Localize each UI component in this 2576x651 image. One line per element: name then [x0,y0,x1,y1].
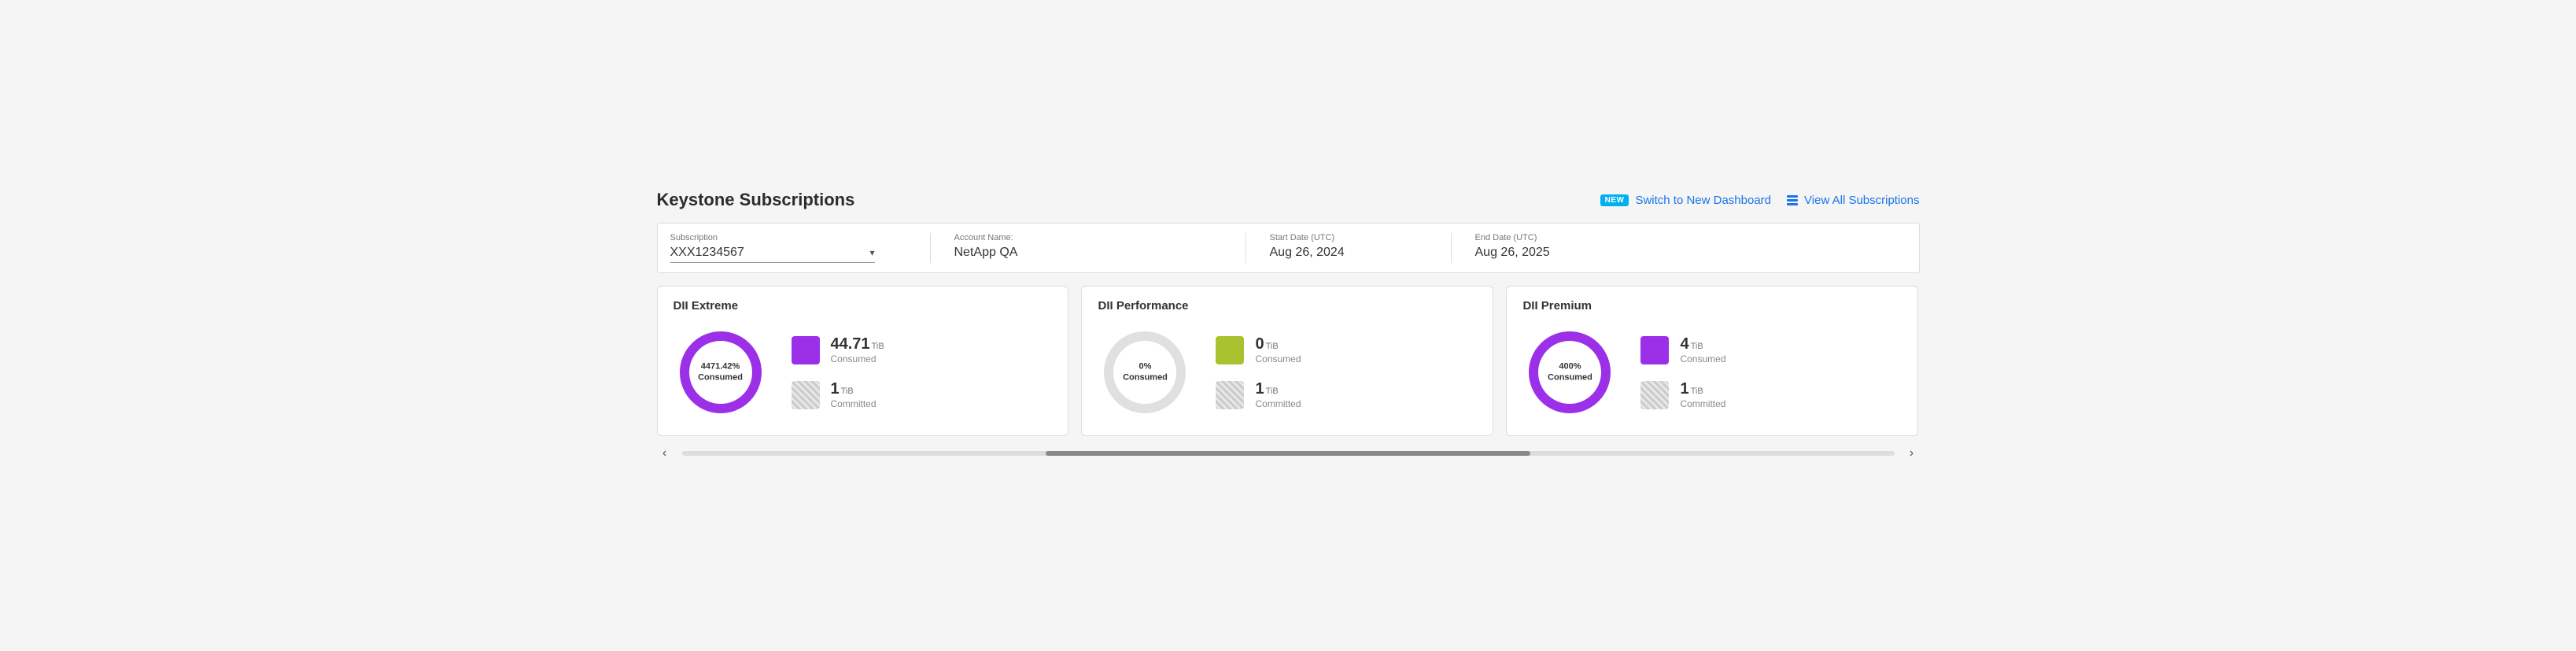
consumed-info-dii-premium: 4TiB Consumed [1680,335,1725,364]
donut-label-dii-performance: Consumed [1123,372,1168,383]
end-date-field: End Date (UTC) Aug 26, 2025 [1475,233,1633,260]
donut-pct-dii-extreme: 4471.42% [698,361,743,372]
consumed-row-dii-extreme: 44.71TiB Consumed [792,335,884,364]
card-metrics-dii-premium: 4TiB Consumed 1TiB Committed [1640,335,1725,409]
donut-label-dii-premium: Consumed [1548,372,1592,383]
donut-wrap-dii-premium: 400% Consumed [1522,325,1617,420]
card-content-dii-extreme: 4471.42% Consumed 44.71TiB Consumed [674,325,1053,420]
consumed-swatch-dii-performance [1216,336,1244,364]
card-title-dii-performance: DII Performance [1098,299,1477,313]
header-row: Keystone Subscriptions NEW Switch to New… [657,190,1920,210]
committed-info-dii-performance: 1TiB Committed [1255,380,1301,409]
cards-section: DII Extreme 4471.42% Consumed [657,286,1920,461]
view-all-label: View All Subscriptions [1804,194,1919,207]
consumed-value-dii-performance: 0TiB [1255,335,1301,353]
committed-unit-dii-extreme: TiB [841,387,854,396]
account-value: NetApp QA [954,246,1222,260]
consumed-unit-dii-extreme: TiB [872,342,884,351]
committed-swatch-dii-extreme [792,381,820,409]
service-card-dii-premium: DII Premium 400% Consumed [1506,286,1918,436]
consumed-label-dii-extreme: Consumed [831,353,884,364]
end-date-label: End Date (UTC) [1475,233,1633,242]
card-title-dii-extreme: DII Extreme [674,299,1053,313]
view-all-subscriptions-button[interactable]: View All Subscriptions [1787,194,1919,207]
consumed-value-dii-extreme: 44.71TiB [831,335,884,353]
donut-pct-dii-performance: 0% [1123,361,1168,372]
new-dashboard-label: Switch to New Dashboard [1635,194,1771,207]
consumed-value-dii-premium: 4TiB [1680,335,1725,353]
card-title-dii-premium: DII Premium [1522,299,1902,313]
committed-row-dii-performance: 1TiB Committed [1216,380,1301,409]
subscription-label: Subscription [670,233,906,242]
vertical-divider [930,233,931,263]
page-title: Keystone Subscriptions [657,190,855,210]
cards-scroll-container: DII Extreme 4471.42% Consumed [657,286,1920,436]
service-card-dii-extreme: DII Extreme 4471.42% Consumed [657,286,1069,436]
donut-wrap-dii-extreme: 4471.42% Consumed [674,325,768,420]
consumed-row-dii-performance: 0TiB Consumed [1216,335,1301,364]
account-label: Account Name: [954,233,1222,242]
committed-unit-dii-premium: TiB [1691,387,1703,396]
new-dashboard-button[interactable]: NEW Switch to New Dashboard [1600,194,1771,207]
donut-label-dii-extreme: Consumed [698,372,743,383]
card-metrics-dii-performance: 0TiB Consumed 1TiB Committed [1216,335,1301,409]
consumed-label-dii-premium: Consumed [1680,353,1725,364]
committed-info-dii-extreme: 1TiB Committed [831,380,877,409]
header-actions: NEW Switch to New Dashboard View All Sub… [1600,194,1920,207]
card-content-dii-premium: 400% Consumed 4TiB Consumed [1522,325,1902,420]
vertical-divider-3 [1451,233,1452,263]
committed-unit-dii-performance: TiB [1266,387,1279,396]
donut-center-dii-extreme: 4471.42% Consumed [698,361,743,384]
committed-row-dii-extreme: 1TiB Committed [792,380,884,409]
consumed-unit-dii-performance: TiB [1266,342,1279,351]
consumed-unit-dii-premium: TiB [1691,342,1703,351]
scroll-right-button[interactable]: › [1904,446,1920,461]
new-badge: NEW [1600,194,1629,206]
subscription-dropdown-wrap: XXX1234567 ▾ [670,246,875,263]
consumed-row-dii-premium: 4TiB Consumed [1640,335,1725,364]
consumed-swatch-dii-premium [1640,336,1669,364]
donut-center-dii-performance: 0% Consumed [1123,361,1168,384]
card-metrics-dii-extreme: 44.71TiB Consumed 1TiB Committed [792,335,884,409]
scrollbar-thumb[interactable] [1046,451,1530,456]
scrollbar-track [682,451,1895,456]
scroll-nav: ‹ › [657,446,1920,461]
committed-value-dii-premium: 1TiB [1680,380,1725,398]
committed-value-dii-performance: 1TiB [1255,380,1301,398]
donut-pct-dii-premium: 400% [1548,361,1592,372]
consumed-info-dii-extreme: 44.71TiB Consumed [831,335,884,364]
donut-center-dii-premium: 400% Consumed [1548,361,1592,384]
committed-swatch-dii-performance [1216,381,1244,409]
account-field: Account Name: NetApp QA [954,233,1222,260]
consumed-swatch-dii-extreme [792,336,820,364]
consumed-label-dii-performance: Consumed [1255,353,1301,364]
start-date-value: Aug 26, 2024 [1270,246,1427,260]
consumed-info-dii-performance: 0TiB Consumed [1255,335,1301,364]
service-card-dii-performance: DII Performance 0% Consumed [1081,286,1493,436]
donut-wrap-dii-performance: 0% Consumed [1098,325,1192,420]
committed-label-dii-performance: Committed [1255,398,1301,409]
page-container: Keystone Subscriptions NEW Switch to New… [644,177,1932,474]
subscription-info-bar: Subscription XXX1234567 ▾ Account Name: … [657,223,1920,273]
committed-info-dii-premium: 1TiB Committed [1680,380,1725,409]
end-date-value: Aug 26, 2025 [1475,246,1633,260]
card-content-dii-performance: 0% Consumed 0TiB Consumed [1098,325,1477,420]
committed-label-dii-premium: Committed [1680,398,1725,409]
committed-swatch-dii-premium [1640,381,1669,409]
start-date-label: Start Date (UTC) [1270,233,1427,242]
committed-value-dii-extreme: 1TiB [831,380,877,398]
start-date-field: Start Date (UTC) Aug 26, 2024 [1270,233,1427,260]
subscription-field: Subscription XXX1234567 ▾ [670,233,906,263]
scroll-left-button[interactable]: ‹ [657,446,673,461]
subscription-select[interactable]: XXX1234567 [670,246,867,259]
list-icon [1787,195,1798,205]
dropdown-arrow-icon: ▾ [869,247,874,258]
committed-row-dii-premium: 1TiB Committed [1640,380,1725,409]
committed-label-dii-extreme: Committed [831,398,877,409]
